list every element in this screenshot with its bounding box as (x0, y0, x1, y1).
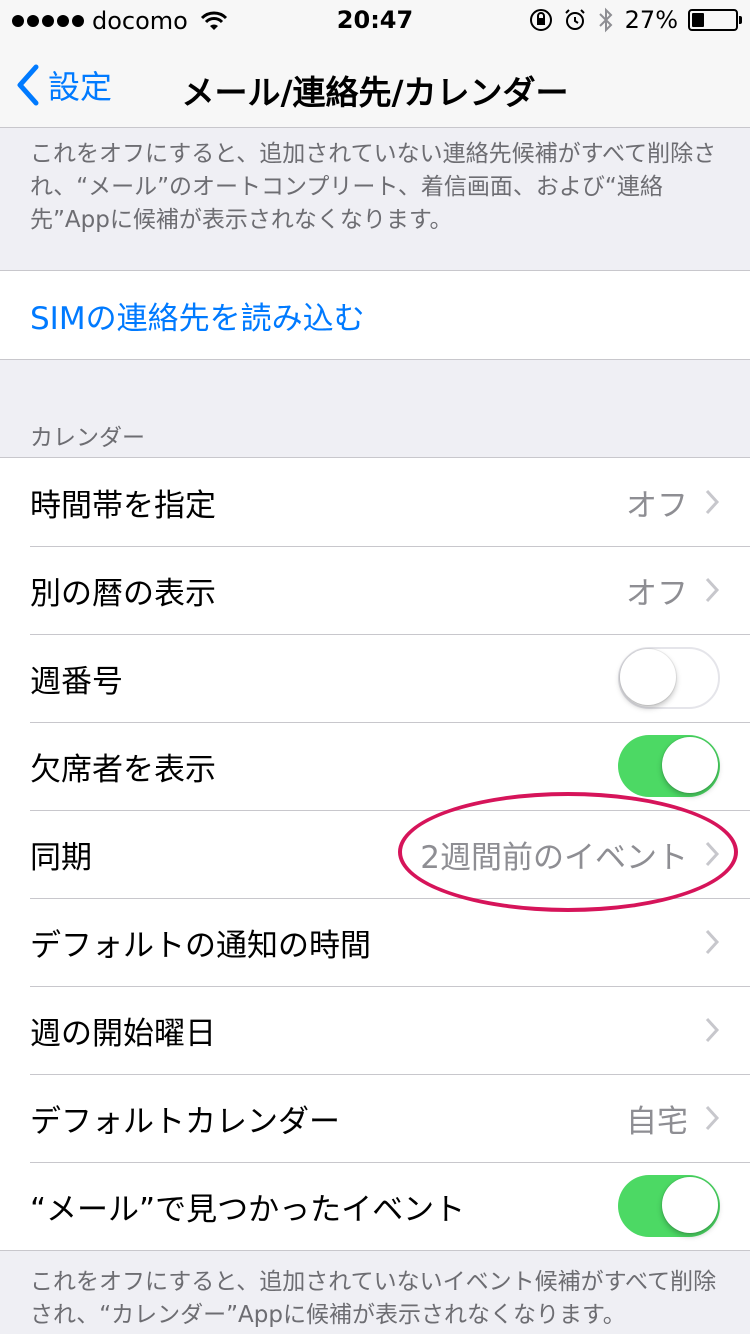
row-alternate-calendars[interactable]: 別の暦の表示 オフ (0, 546, 750, 634)
chevron-right-icon (705, 929, 720, 955)
page-title: メール/連絡先/カレンダー (181, 73, 569, 112)
row-label: 別の暦の表示 (30, 575, 216, 612)
chevron-right-icon (705, 1105, 720, 1131)
row-start-week-on[interactable]: 週の開始曜日 (0, 986, 750, 1074)
row-time-zone-override[interactable]: 時間帯を指定 オフ (0, 458, 750, 546)
chevron-right-icon (705, 577, 720, 603)
sim-group: SIMの連絡先を読み込む (0, 270, 750, 360)
battery-percent: 27% (624, 6, 678, 34)
rotation-lock-icon (529, 9, 552, 31)
calendar-section-header: カレンダー (30, 425, 145, 451)
week-numbers-toggle[interactable] (618, 647, 720, 709)
show-declines-toggle[interactable] (618, 735, 720, 797)
status-right: 27% (529, 6, 742, 34)
row-label: デフォルトの通知の時間 (30, 927, 371, 964)
row-label: 同期 (30, 839, 92, 876)
row-sync[interactable]: 同期 2週間前のイベント (0, 810, 750, 898)
calendar-suggestions-footnote: これをオフにすると、追加されていないイベント候補がすべて削除され、“カレンダー”… (30, 1269, 717, 1328)
row-label: デフォルトカレンダー (30, 1103, 340, 1140)
row-events-found-in-mail: “メール”で見つかったイベント (0, 1162, 750, 1250)
chevron-right-icon (705, 489, 720, 515)
row-label: “メール”で見つかったイベント (30, 1191, 466, 1228)
row-value: オフ (626, 575, 688, 612)
row-show-invitee-declines: 欠席者を表示 (0, 722, 750, 810)
alarm-icon (564, 9, 585, 30)
row-default-alert-times[interactable]: デフォルトの通知の時間 (0, 898, 750, 986)
row-label: 週の開始曜日 (30, 1015, 216, 1052)
row-default-calendar[interactable]: デフォルトカレンダー 自宅 (0, 1074, 750, 1162)
row-value: オフ (626, 487, 688, 524)
chevron-right-icon (705, 1017, 720, 1043)
row-label: 欠席者を表示 (30, 751, 216, 788)
chevron-right-icon (705, 841, 720, 867)
calendar-group: 時間帯を指定 オフ 別の暦の表示 オフ 週番号 欠席者を表示 同期 2週間前のイ… (0, 457, 750, 1251)
row-label: 週番号 (30, 663, 123, 700)
status-bar: docomo 20:47 27% (0, 0, 750, 40)
contacts-suggestions-footnote: これをオフにすると、追加されていない連絡先候補がすべて削除され、“メール”のオー… (30, 141, 717, 233)
row-week-numbers: 週番号 (0, 634, 750, 722)
row-label: 時間帯を指定 (30, 487, 216, 524)
navigation-bar: 設定 メール/連絡先/カレンダー (0, 40, 750, 128)
sim-import-button[interactable]: SIMの連絡先を読み込む (0, 271, 750, 359)
battery-icon (688, 9, 742, 31)
row-value: 自宅 (626, 1103, 688, 1140)
bluetooth-icon (598, 7, 613, 33)
row-value: 2週間前のイベント (420, 839, 688, 876)
events-found-in-mail-toggle[interactable] (618, 1175, 720, 1237)
sim-import-label: SIMの連絡先を読み込む (30, 300, 365, 337)
